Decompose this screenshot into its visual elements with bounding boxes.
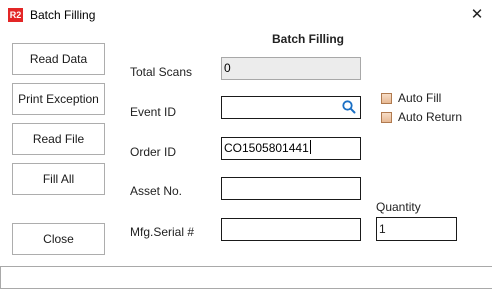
print-exception-button[interactable]: Print Exception [12, 83, 105, 115]
event-id-label: Event ID [130, 105, 177, 119]
asset-no-label: Asset No. [130, 184, 183, 198]
section-title: Batch Filling [272, 32, 344, 46]
total-scans-label: Total Scans [130, 65, 193, 79]
order-id-value: CO1505801441 [224, 141, 309, 155]
asset-no-field[interactable] [221, 177, 361, 200]
status-bar [0, 266, 492, 289]
close-window-icon[interactable]: ✕ [468, 5, 486, 23]
search-icon[interactable] [341, 99, 357, 115]
read-file-button[interactable]: Read File [12, 123, 105, 155]
window-title: Batch Filling [30, 8, 96, 22]
auto-fill-checkbox[interactable] [381, 93, 392, 104]
auto-return-checkbox[interactable] [381, 112, 392, 123]
auto-return-label: Auto Return [398, 110, 463, 124]
mfg-serial-field[interactable] [221, 218, 361, 241]
close-button[interactable]: Close [12, 223, 105, 255]
order-id-label: Order ID [130, 145, 177, 159]
quantity-label: Quantity [376, 200, 421, 214]
order-id-field[interactable]: CO1505801441 [221, 137, 361, 160]
quantity-field[interactable]: 1 [376, 217, 457, 241]
read-data-button[interactable]: Read Data [12, 43, 105, 75]
text-cursor [309, 140, 311, 154]
fill-all-button[interactable]: Fill All [12, 163, 105, 195]
app-logo-icon: R2 [8, 8, 23, 22]
auto-fill-label: Auto Fill [398, 91, 442, 105]
quantity-value: 1 [379, 222, 386, 236]
event-id-field[interactable] [221, 96, 361, 119]
total-scans-value: 0 [224, 61, 231, 75]
mfg-serial-label: Mfg.Serial # [130, 225, 195, 239]
total-scans-field: 0 [221, 57, 361, 80]
title-bar: R2 Batch Filling ✕ [0, 0, 492, 30]
